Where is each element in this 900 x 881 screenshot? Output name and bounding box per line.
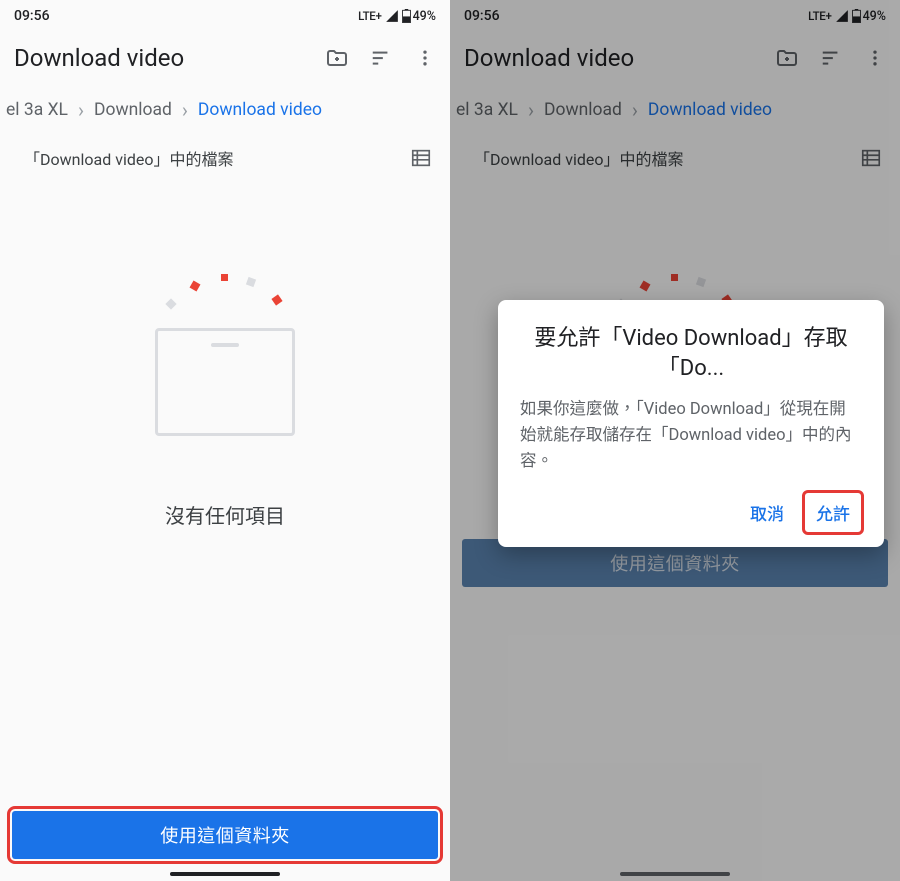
status-bar: 09:56 LTE+ 49% <box>0 0 450 28</box>
nav-handle[interactable] <box>170 872 280 876</box>
status-time: 09:56 <box>14 8 50 24</box>
section-header: 「Download video」中的檔案 <box>0 132 450 176</box>
network-label: LTE+ <box>358 9 382 23</box>
use-folder-button[interactable]: 使用這個資料夾 <box>12 811 438 859</box>
allow-button[interactable]: 允許 <box>804 492 862 533</box>
section-label: 「Download video」中的檔案 <box>24 146 233 170</box>
phone-screen-right: 09:56 LTE+ 49% Download video el 3a XL ›… <box>450 0 900 881</box>
status-indicators: LTE+ 49% <box>358 9 436 24</box>
chevron-right-icon: › <box>74 98 88 122</box>
empty-message: 沒有任何項目 <box>165 500 285 529</box>
dialog-title: 要允許「Video Download」存取「Do... <box>520 324 862 383</box>
dialog-body: 如果你這麼做，「Video Download」從現在開始就能存取儲存在「Down… <box>520 397 862 474</box>
cancel-button[interactable]: 取消 <box>738 492 796 533</box>
page-title: Download video <box>14 44 322 72</box>
chevron-right-icon: › <box>178 98 192 122</box>
sort-icon[interactable] <box>366 43 396 73</box>
more-icon[interactable] <box>410 43 440 73</box>
app-actions <box>322 43 440 73</box>
new-folder-icon[interactable] <box>322 43 352 73</box>
battery-percent: 49% <box>413 9 436 24</box>
breadcrumb-item-current[interactable]: Download video <box>192 100 328 120</box>
signal-icon <box>385 9 399 23</box>
list-view-icon[interactable] <box>410 147 432 169</box>
permission-dialog: 要允許「Video Download」存取「Do... 如果你這麼做，「Vide… <box>498 300 884 547</box>
phone-screen-left: 09:56 LTE+ 49% Download video el 3a XL ›… <box>0 0 450 881</box>
bottom-bar: 使用這個資料夾 <box>0 801 450 881</box>
breadcrumb-item[interactable]: el 3a XL <box>0 100 74 120</box>
battery-icon <box>402 9 411 23</box>
breadcrumb: el 3a XL › Download › Download video <box>0 88 450 132</box>
app-bar: Download video <box>0 28 450 88</box>
dialog-actions: 取消 允許 <box>520 492 862 533</box>
breadcrumb-item[interactable]: Download <box>88 100 178 120</box>
empty-state: 沒有任何項目 <box>0 176 450 529</box>
empty-folder-icon <box>135 256 315 436</box>
